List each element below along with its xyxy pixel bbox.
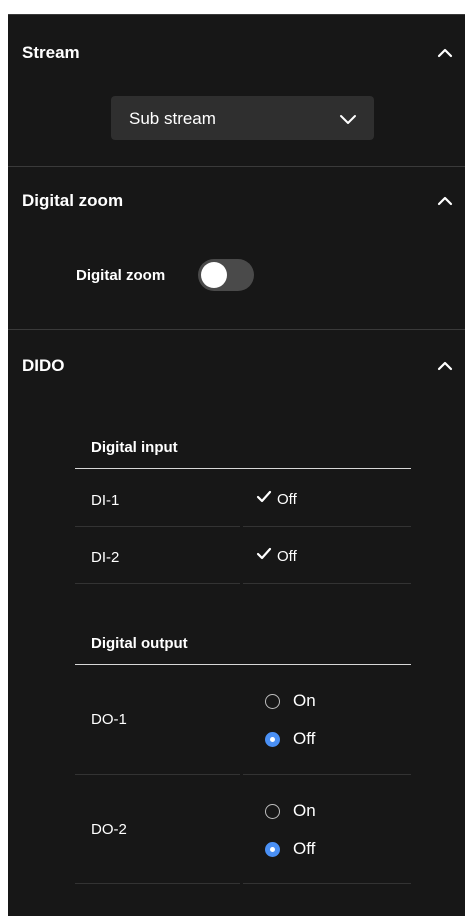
do-1-off-radio[interactable]: Off [265,729,315,749]
check-icon [256,547,272,565]
digital-zoom-section: Digital zoom Digital zoom [8,167,465,330]
di-status: Off [256,547,297,565]
stream-section: Stream Sub stream [8,14,465,167]
do-2-off-radio[interactable]: Off [265,839,315,859]
digital-zoom-label: Digital zoom [76,267,166,284]
chevron-down-icon [339,110,357,128]
digital-input-title: Digital input [91,439,178,456]
digital-input-header: Digital input [75,423,411,469]
chevron-up-icon[interactable] [437,358,453,374]
digital-output-header: Digital output [75,619,411,665]
table-row: DI-1 Off [75,470,411,527]
dido-section-title: DIDO [22,356,65,375]
radio-label: Off [293,839,316,858]
dido-section: DIDO Digital input DI-1 Off DI-2 Off Dig… [8,330,465,900]
radio-selected-icon [265,731,280,747]
stream-section-header[interactable]: Stream [8,15,465,85]
di-status-text: Off [277,547,297,565]
stream-select-value: Sub stream [129,109,216,128]
radio-selected-icon [265,841,280,857]
do-1-on-radio[interactable]: On [265,691,316,711]
do-2-on-radio[interactable]: On [265,801,316,821]
chevron-up-icon[interactable] [437,193,453,209]
toggle-knob [201,262,227,288]
radio-unselected-icon [265,803,280,819]
settings-panel: Stream Sub stream Digital zoom Digital z… [8,14,465,916]
table-row: DI-2 Off [75,527,411,584]
digital-output-title: Digital output [91,635,188,652]
stream-section-title: Stream [22,43,80,62]
radio-label: On [293,691,316,710]
chevron-up-icon[interactable] [437,45,453,61]
digital-zoom-toggle[interactable] [198,259,254,291]
digital-zoom-section-header[interactable]: Digital zoom [8,167,465,237]
radio-label: On [293,801,316,820]
do-label: DO-1 [91,711,127,728]
stream-select[interactable]: Sub stream [111,96,374,140]
di-status-text: Off [277,490,297,508]
do-label: DO-2 [91,821,127,838]
radio-label: Off [293,729,316,748]
table-row: DO-2 On Off [75,775,411,884]
di-label: DI-1 [91,492,120,509]
di-label: DI-2 [91,549,120,566]
radio-unselected-icon [265,693,280,709]
di-status: Off [256,490,297,508]
check-icon [256,490,272,508]
dido-section-header[interactable]: DIDO [8,330,465,400]
digital-zoom-section-title: Digital zoom [22,191,124,210]
table-row: DO-1 On Off [75,666,411,775]
